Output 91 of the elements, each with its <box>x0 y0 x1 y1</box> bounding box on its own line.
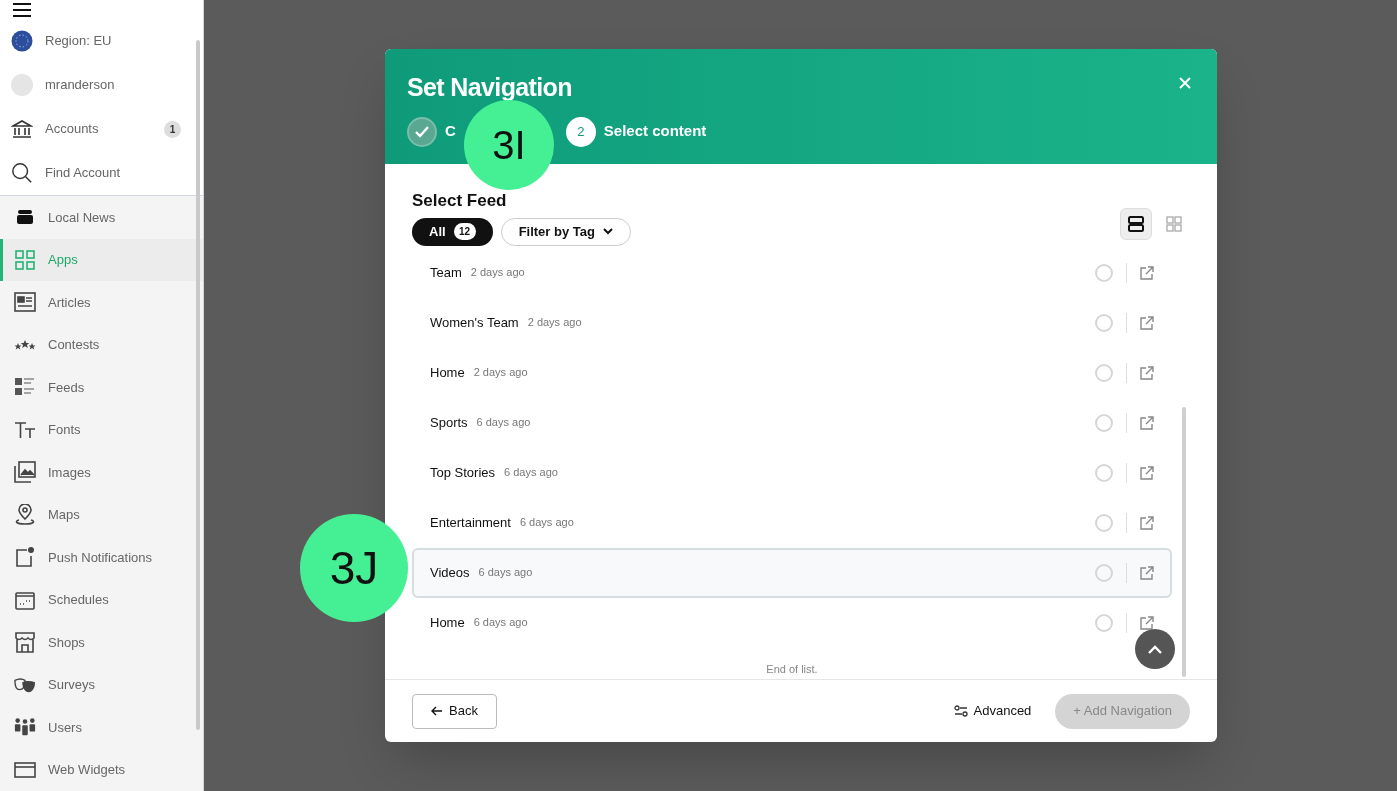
storefront-icon <box>14 631 36 654</box>
external-link-icon <box>1140 415 1154 430</box>
text-size-icon <box>14 420 36 439</box>
step-label: C <box>445 121 456 142</box>
notification-icon <box>15 547 35 568</box>
back-button[interactable]: Back <box>412 693 497 729</box>
avatar-icon <box>11 74 33 96</box>
radio-button[interactable] <box>1095 463 1113 482</box>
sidebar-item[interactable]: Contests <box>0 323 203 366</box>
scroll-to-top-button[interactable] <box>1135 629 1175 669</box>
grid-icon <box>15 249 35 270</box>
menu-icon[interactable] <box>12 1 32 18</box>
feed-row[interactable]: Entertainment 6 days ago <box>412 497 1172 548</box>
image-icon <box>14 461 36 484</box>
external-link-button[interactable] <box>1140 265 1154 280</box>
filter-dropdown[interactable]: Filter by Tag <box>500 217 631 246</box>
radio-button[interactable] <box>1095 263 1113 282</box>
dialog-title: Set Navigation <box>407 72 572 103</box>
radio-button[interactable] <box>1095 563 1113 582</box>
masks-icon <box>14 675 36 694</box>
end-of-list-text: End of list. <box>765 661 819 677</box>
external-link-icon <box>1140 465 1154 480</box>
feed-row[interactable]: Home 2 days ago <box>412 347 1172 398</box>
feed-row[interactable]: Sports 6 days ago <box>412 397 1172 448</box>
sidebar-item[interactable]: Find Account <box>0 151 203 195</box>
radio-button[interactable] <box>1095 613 1113 632</box>
count-badge: 1 <box>164 120 181 138</box>
step-indicator: 2 <box>565 116 596 147</box>
sidebar-item[interactable]: Maps <box>0 493 203 536</box>
external-link-button[interactable] <box>1140 565 1154 580</box>
external-link-icon <box>1140 615 1154 630</box>
rows-icon <box>1128 215 1144 232</box>
list-icon <box>15 378 35 397</box>
article-icon <box>14 292 36 313</box>
globe-icon <box>11 30 33 52</box>
sidebar-item[interactable]: Users <box>0 706 203 749</box>
sidebar-item[interactable]: Surveys <box>0 663 203 706</box>
external-link-icon <box>1140 365 1154 380</box>
check-icon <box>415 125 429 138</box>
search-icon <box>11 161 33 185</box>
filter-chip[interactable]: All 12 <box>412 217 493 246</box>
sidebar-item[interactable]: mranderson <box>0 63 203 107</box>
map-pin-icon <box>14 503 36 526</box>
sidebar-item[interactable]: Web Widgets <box>0 748 203 791</box>
radio-button[interactable] <box>1095 313 1113 332</box>
feed-row[interactable]: Videos 6 days ago <box>412 547 1172 598</box>
external-link-icon <box>1140 565 1154 580</box>
stars-icon <box>14 338 36 351</box>
external-link-icon <box>1140 515 1154 530</box>
list-view-button[interactable] <box>1120 207 1152 240</box>
sidebar-item[interactable]: Schedules <box>0 578 203 621</box>
feed-row[interactable]: Women's Team 2 days ago <box>412 297 1172 348</box>
sidebar-item[interactable]: Images <box>0 451 203 494</box>
external-link-button[interactable] <box>1140 315 1154 330</box>
count-badge: 12 <box>453 223 476 240</box>
close-button[interactable] <box>1177 75 1193 91</box>
sidebar-item[interactable]: Articles <box>0 281 203 324</box>
radio-button[interactable] <box>1095 513 1113 532</box>
external-link-button[interactable] <box>1140 515 1154 530</box>
sidebar-item[interactable]: Region: EU <box>0 19 203 63</box>
sidebar-item[interactable]: Local News <box>0 196 203 239</box>
window-icon <box>14 761 36 778</box>
scrollbar[interactable] <box>196 40 200 730</box>
users-icon <box>14 717 36 738</box>
chevron-down-icon <box>602 228 613 235</box>
external-link-button[interactable] <box>1140 415 1154 430</box>
step-label: Select content <box>603 121 707 142</box>
arrow-left-icon <box>431 706 443 716</box>
sidebar-item[interactable]: Fonts <box>0 408 203 451</box>
scrollbar[interactable] <box>1182 407 1186 677</box>
external-link-button[interactable] <box>1140 465 1154 480</box>
advanced-button[interactable]: Advanced <box>953 701 1032 721</box>
sidebar-item[interactable]: Accounts 1 <box>0 107 203 151</box>
radio-button[interactable] <box>1095 413 1113 432</box>
radio-button[interactable] <box>1095 363 1113 382</box>
calendar-icon <box>15 589 35 610</box>
sliders-icon <box>953 705 968 717</box>
grid-icon <box>1166 215 1182 232</box>
sidebar-item[interactable]: Shops <box>0 621 203 664</box>
sidebar-item[interactable]: Push Notifications <box>0 536 203 579</box>
bank-icon <box>11 118 33 140</box>
feed-row[interactable]: Top Stories 6 days ago <box>412 447 1172 498</box>
close-icon <box>1177 75 1193 91</box>
feed-row[interactable]: Team 2 days ago <box>412 247 1172 298</box>
external-link-icon <box>1140 315 1154 330</box>
sidebar-item[interactable]: Feeds <box>0 366 203 409</box>
section-title: Select Feed <box>412 190 508 212</box>
external-link-button[interactable] <box>1140 615 1154 630</box>
chevron-up-icon <box>1148 644 1162 654</box>
external-link-button[interactable] <box>1140 365 1154 380</box>
external-link-icon <box>1140 265 1154 280</box>
